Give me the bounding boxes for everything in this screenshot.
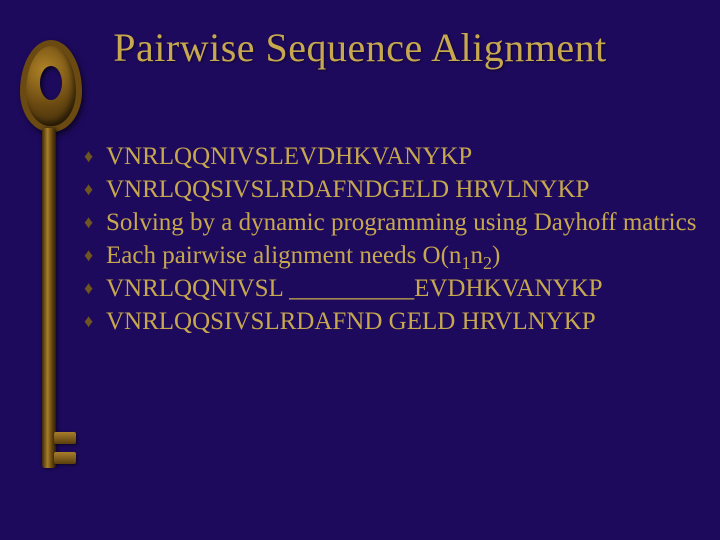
- list-item-text: VNRLQQNIVSL __________EVDHKVANYKP: [106, 272, 708, 305]
- diamond-bullet-icon: ♦: [84, 239, 106, 271]
- list-item: ♦ VNRLQQNIVSL __________EVDHKVANYKP: [84, 272, 708, 305]
- list-item-text: VNRLQQSIVSLRDAFND GELD HRVLNYKP: [106, 305, 708, 338]
- list-item: ♦ VNRLQQSIVSLRDAFNDGELD HRVLNYKP: [84, 173, 708, 206]
- list-item: ♦ VNRLQQNIVSLEVDHKVANYKP: [84, 140, 708, 173]
- diamond-bullet-icon: ♦: [84, 206, 106, 238]
- list-item-text: VNRLQQSIVSLRDAFNDGELD HRVLNYKP: [106, 173, 708, 206]
- list-item: ♦ VNRLQQSIVSLRDAFND GELD HRVLNYKP: [84, 305, 708, 338]
- diamond-bullet-icon: ♦: [84, 305, 106, 337]
- slide-title: Pairwise Sequence Alignment: [0, 24, 720, 71]
- diamond-bullet-icon: ♦: [84, 272, 106, 304]
- text-fragment: Each pairwise alignment needs O(n: [106, 242, 461, 269]
- list-item-text: Solving by a dynamic programming using D…: [106, 206, 708, 239]
- subscript: 2: [483, 253, 492, 273]
- text-fragment: n: [470, 242, 483, 269]
- list-item-text: VNRLQQNIVSLEVDHKVANYKP: [106, 140, 708, 173]
- decorative-key: [18, 40, 74, 500]
- list-item-text: Each pairwise alignment needs O(n1n2): [106, 239, 708, 272]
- diamond-bullet-icon: ♦: [84, 140, 106, 172]
- list-item: ♦ Solving by a dynamic programming using…: [84, 206, 708, 239]
- text-fragment: ): [492, 242, 500, 269]
- bullet-list: ♦ VNRLQQNIVSLEVDHKVANYKP ♦ VNRLQQSIVSLRD…: [84, 140, 708, 338]
- list-item: ♦ Each pairwise alignment needs O(n1n2): [84, 239, 708, 272]
- diamond-bullet-icon: ♦: [84, 173, 106, 205]
